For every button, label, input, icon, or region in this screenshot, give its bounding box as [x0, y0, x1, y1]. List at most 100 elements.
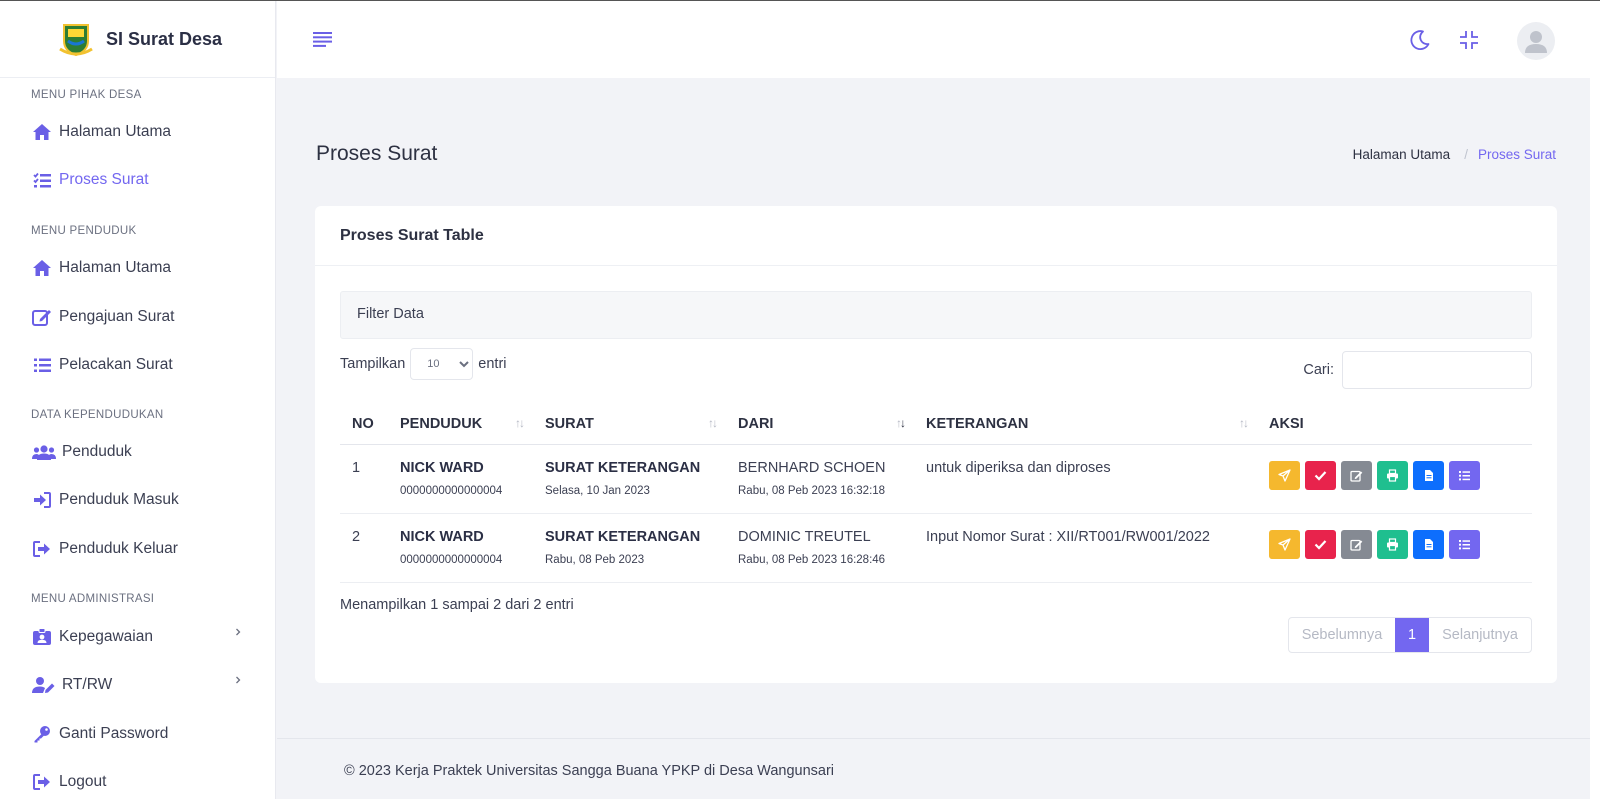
surat-type: SURAT KETERANGAN	[545, 459, 701, 476]
detail-button[interactable]	[1449, 529, 1480, 559]
surat-type: SURAT KETERANGAN	[545, 528, 701, 545]
sidebar-item-label: Pengajuan Surat	[59, 307, 175, 325]
filter-data-panel[interactable]: Filter Data	[340, 291, 1532, 339]
column-label: NO	[352, 415, 374, 432]
sidebar-item-penduduk-keluar[interactable]: Penduduk Keluar	[0, 524, 275, 573]
breadcrumb-home-link[interactable]: Halaman Utama	[1353, 147, 1451, 162]
document-button[interactable]	[1413, 460, 1444, 490]
sidebar-item-label: Halaman Utama	[59, 122, 171, 140]
file-icon	[1425, 469, 1433, 481]
print-button[interactable]	[1377, 460, 1408, 490]
sidebar-item-rt-rw[interactable]: RT/RW	[0, 660, 275, 709]
home-icon	[31, 258, 53, 278]
sidebar-item-label: Kepegawaian	[59, 627, 153, 645]
approve-button[interactable]	[1305, 529, 1336, 559]
chevron-right-icon	[236, 628, 241, 636]
table-info: Menampilkan 1 sampai 2 dari 2 entri	[340, 597, 574, 613]
edit-button[interactable]	[1341, 460, 1372, 490]
sidebar-item-label: RT/RW	[62, 675, 113, 693]
page-scrollbar[interactable]	[1590, 1, 1600, 799]
list-check-icon	[31, 170, 53, 190]
send-button[interactable]	[1269, 529, 1300, 559]
sidebar: SI Surat Desa MENU PIHAK DESA Halaman Ut…	[0, 1, 276, 799]
column-header-dari[interactable]: DARI ↑↓	[726, 404, 914, 445]
row-number: 2	[352, 528, 361, 545]
table-row: 2 NICK WARD 0000000000000004 SURAT KETERA…	[340, 513, 1532, 583]
hamburger-menu-icon[interactable]	[313, 32, 333, 47]
cell-aksi	[1257, 444, 1532, 514]
table-header-row: NO PENDUDUK ↑↓ SURAT ↑↓ DARI ↑↓ KETERANGAN ↑…	[340, 404, 1532, 445]
column-label: PENDUDUK	[400, 415, 483, 432]
pagination-prev-button[interactable]: Sebelumnya	[1289, 618, 1395, 652]
cell-keterangan: Input Nomor Surat : XII/RT001/RW001/2022	[914, 513, 1257, 583]
sidebar-item-logout[interactable]: Logout	[0, 757, 275, 799]
sort-icon: ↑↓	[515, 416, 525, 430]
entries-per-page-select[interactable]: 10	[410, 348, 474, 380]
moon-icon[interactable]	[1409, 29, 1431, 51]
dari-name: BERNHARD SCHOEN	[738, 459, 886, 476]
list-icon	[31, 355, 53, 375]
cell-penduduk: NICK WARD 0000000000000004	[388, 513, 533, 583]
sort-icon: ↑↓	[708, 416, 718, 430]
sidebar-item-penduduk[interactable]: Penduduk	[0, 427, 275, 476]
compress-icon[interactable]	[1458, 29, 1480, 51]
sidebar-item-kepegawaian[interactable]: Kepegawaian	[0, 612, 275, 661]
print-icon	[1387, 468, 1398, 482]
sidebar-item-pelacakan-surat[interactable]: Pelacakan Surat	[0, 340, 275, 389]
cell-no: 2	[340, 513, 388, 583]
sidebar-item-label: Penduduk	[62, 442, 132, 460]
column-header-surat[interactable]: SURAT ↑↓	[533, 404, 726, 445]
check-icon	[1314, 470, 1327, 481]
check-icon	[1314, 539, 1327, 550]
column-label: KETERANGAN	[926, 415, 1029, 432]
page-title: Proses Surat	[316, 142, 438, 165]
breadcrumb-separator: /	[1464, 147, 1468, 162]
detail-button[interactable]	[1449, 460, 1480, 490]
sign-in-icon	[31, 490, 53, 510]
approve-button[interactable]	[1305, 460, 1336, 490]
sidebar-item-label: Penduduk Masuk	[59, 490, 179, 508]
proses-surat-card: Proses Surat Table Filter Data Tampilkan…	[315, 206, 1557, 683]
sidebar-item-halaman-utama[interactable]: Halaman Utama	[0, 107, 275, 156]
cell-surat: SURAT KETERANGAN Selasa, 10 Jan 2023	[533, 444, 726, 514]
surat-date: Rabu, 08 Peb 2023	[545, 553, 645, 566]
logout-icon	[31, 772, 53, 792]
keterangan-text: untuk diperiksa dan diproses	[926, 459, 1111, 476]
sidebar-item-pengajuan-surat[interactable]: Pengajuan Surat	[0, 292, 275, 341]
sidebar-item-ganti-password[interactable]: Ganti Password	[0, 709, 275, 758]
row-number: 1	[352, 459, 361, 476]
table-row: 1 NICK WARD 0000000000000004 SURAT KETERA…	[340, 444, 1532, 514]
pagination-next-button[interactable]: Selanjutnya	[1429, 618, 1531, 652]
brand[interactable]: SI Surat Desa	[0, 1, 275, 78]
column-header-keterangan[interactable]: KETERANGAN ↑↓	[914, 404, 1257, 445]
column-header-no[interactable]: NO	[340, 404, 388, 445]
search-input[interactable]	[1342, 351, 1532, 389]
cell-keterangan: untuk diperiksa dan diproses	[914, 444, 1257, 514]
send-button[interactable]	[1269, 460, 1300, 490]
avatar[interactable]	[1517, 22, 1555, 60]
edit-icon	[31, 307, 53, 327]
entries-length-control: Tampilkan 10 entri	[340, 348, 507, 380]
print-button[interactable]	[1377, 529, 1408, 559]
sidebar-item-label: Pelacakan Surat	[59, 355, 173, 373]
document-button[interactable]	[1413, 529, 1444, 559]
column-label: DARI	[738, 415, 774, 432]
column-header-penduduk[interactable]: PENDUDUK ↑↓	[388, 404, 533, 445]
edit-button[interactable]	[1341, 529, 1372, 559]
column-label: AKSI	[1269, 415, 1304, 432]
length-prefix: Tampilkan	[340, 356, 406, 372]
sidebar-item-label: Penduduk Keluar	[59, 539, 178, 557]
sidebar-item-penduduk-masuk[interactable]: Penduduk Masuk	[0, 475, 275, 524]
topbar	[277, 1, 1590, 78]
dari-datetime: Rabu, 08 Peb 2023 16:32:18	[738, 484, 886, 497]
sidebar-item-label: Logout	[59, 772, 107, 790]
pagination-page-1[interactable]: 1	[1395, 618, 1429, 652]
action-buttons	[1269, 460, 1532, 490]
list-icon	[1459, 539, 1470, 549]
sidebar-item-proses-surat[interactable]: Proses Surat	[0, 155, 275, 204]
column-header-aksi: AKSI	[1257, 404, 1532, 445]
breadcrumb-current: Proses Surat	[1477, 147, 1556, 162]
proses-surat-table: NO PENDUDUK ↑↓ SURAT ↑↓ DARI ↑↓ KETERANGAN ↑…	[340, 404, 1532, 583]
sidebar-item-halaman-utama-penduduk[interactable]: Halaman Utama	[0, 243, 275, 292]
sidebar-item-label: Ganti Password	[59, 724, 169, 742]
